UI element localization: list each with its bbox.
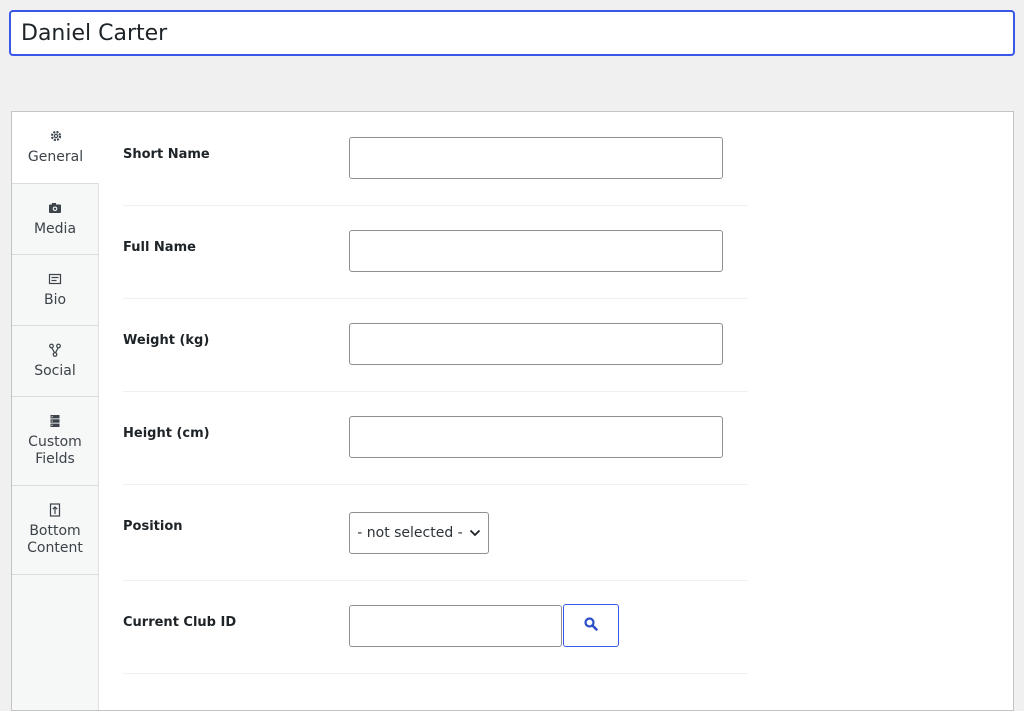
current-club-id-label: Current Club ID: [123, 615, 237, 630]
position-select[interactable]: - not selected -: [349, 512, 489, 554]
row-height: Height (cm): [123, 391, 748, 485]
height-label: Height (cm): [123, 426, 210, 441]
tab-custom-fields[interactable]: Custom Fields: [12, 397, 98, 486]
row-current-club-id: Current Club ID: [123, 580, 748, 674]
row-full-name: Full Name: [123, 205, 748, 299]
weight-input[interactable]: [349, 323, 723, 365]
tab-label: Custom Fields: [28, 434, 82, 467]
height-input[interactable]: [349, 416, 723, 458]
tab-label: General: [27, 149, 84, 165]
camera-icon: [48, 201, 62, 215]
chevron-down-icon: [469, 525, 481, 541]
short-name-label: Short Name: [123, 147, 210, 162]
tab-label: Media: [33, 220, 77, 237]
tab-bottom-content[interactable]: Bottom Content: [12, 486, 98, 575]
tab-bio[interactable]: Bio: [12, 255, 98, 326]
full-name-input[interactable]: [349, 230, 723, 272]
row-short-name: Short Name: [123, 112, 748, 206]
text-icon: [48, 272, 62, 286]
settings-tabs: General Media Bio Social Custom Fields B…: [12, 112, 99, 710]
gear-icon: [49, 129, 63, 143]
tab-social[interactable]: Social: [12, 326, 98, 397]
tab-label: Bottom Content: [27, 523, 83, 556]
page-icon: [48, 503, 62, 517]
tab-general[interactable]: General: [12, 112, 99, 184]
share-icon: [48, 343, 62, 357]
short-name-input[interactable]: [349, 137, 723, 179]
player-title-input[interactable]: [9, 10, 1015, 56]
position-label: Position: [123, 519, 183, 534]
row-weight: Weight (kg): [123, 298, 748, 392]
tab-label: Social: [34, 362, 76, 379]
database-icon: [48, 414, 62, 428]
row-position: Position - not selected -: [123, 484, 748, 581]
current-club-id-input[interactable]: [349, 605, 562, 647]
search-icon: [583, 616, 599, 636]
tab-label: Bio: [43, 291, 67, 308]
club-search-button[interactable]: [563, 604, 619, 647]
full-name-label: Full Name: [123, 240, 196, 255]
position-selected-value: - not selected -: [357, 525, 463, 541]
player-settings-panel: General Media Bio Social Custom Fields B…: [11, 111, 1014, 711]
tab-media[interactable]: Media: [12, 184, 98, 255]
weight-label: Weight (kg): [123, 333, 210, 348]
